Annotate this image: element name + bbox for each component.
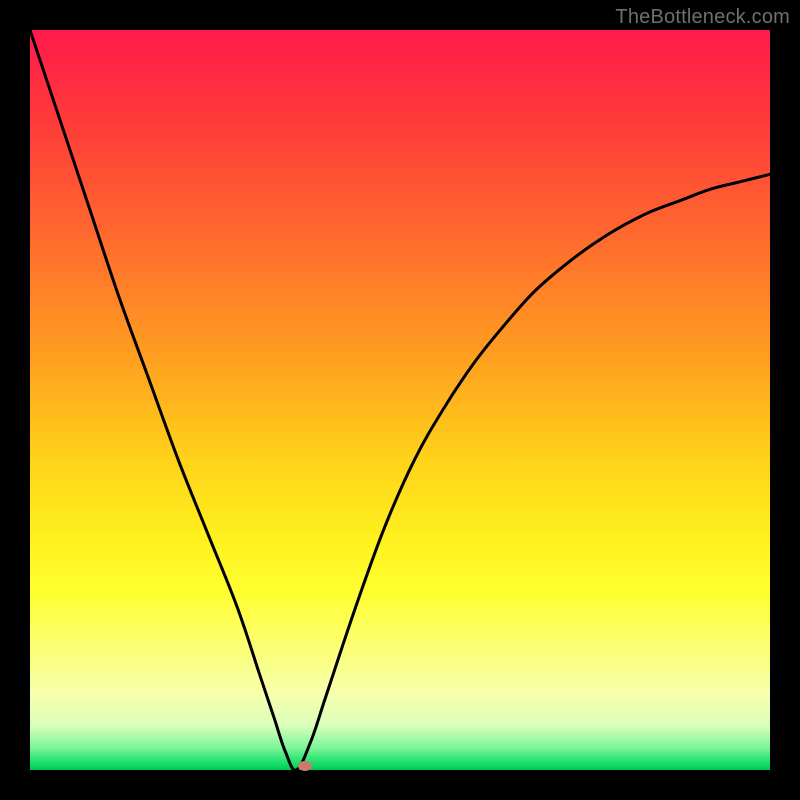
optimum-marker: [298, 761, 312, 771]
chart-frame: TheBottleneck.com: [0, 0, 800, 800]
curve-svg: [30, 30, 770, 770]
watermark-text: TheBottleneck.com: [615, 6, 790, 29]
plot-area: [30, 30, 770, 770]
bottleneck-curve-path: [30, 30, 770, 770]
